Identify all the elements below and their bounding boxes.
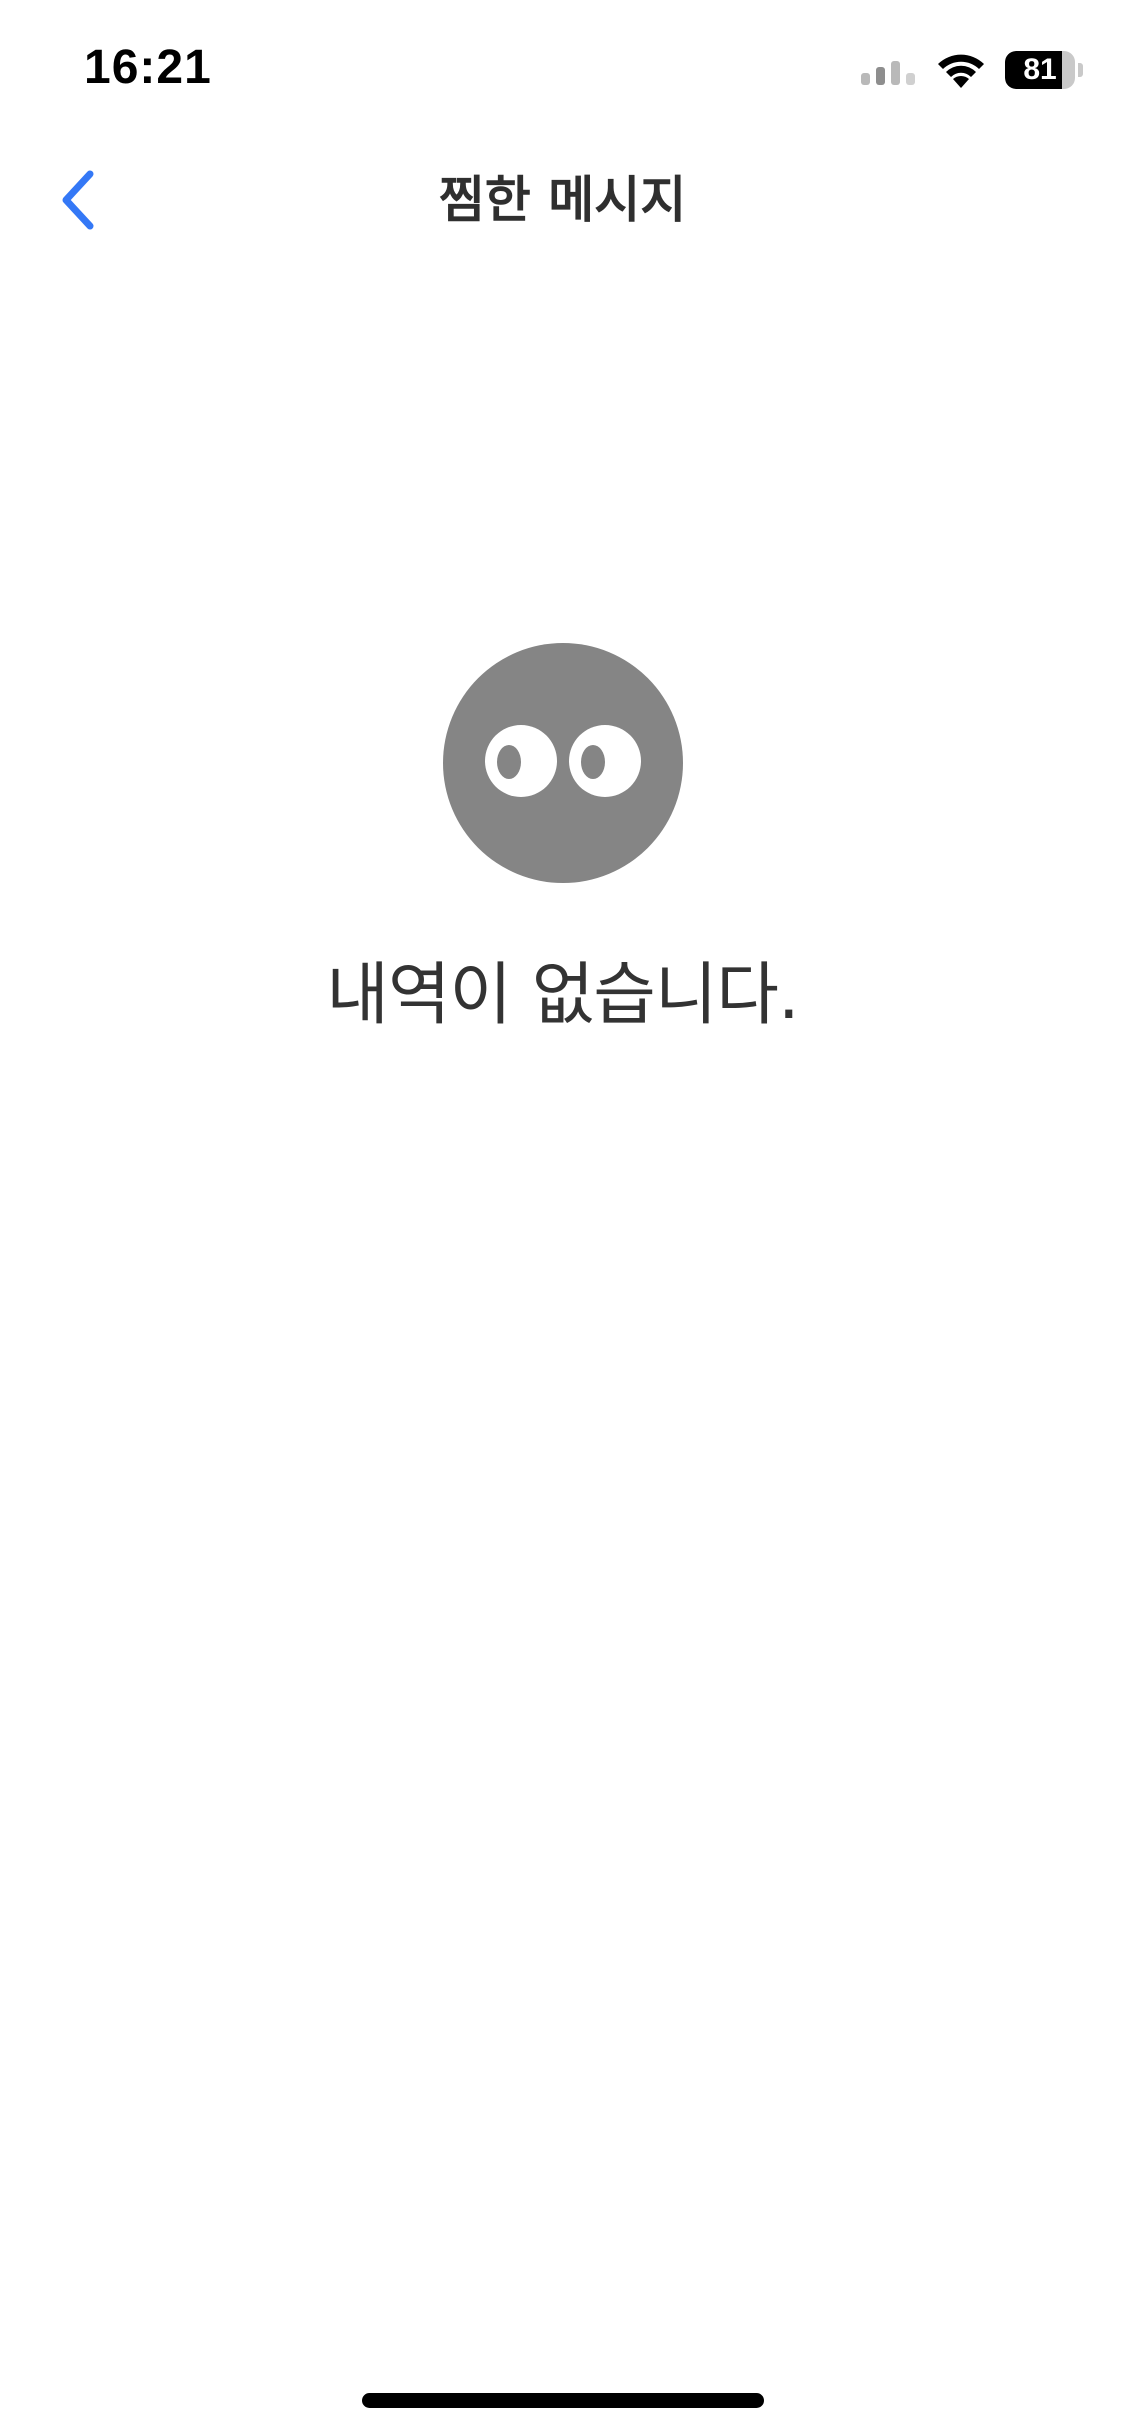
navigation-bar: 찜한 메시지 xyxy=(0,140,1125,260)
page-title: 찜한 메시지 xyxy=(438,171,687,229)
face-eyes-icon xyxy=(442,643,683,883)
status-bar: 16:21 81 xyxy=(0,0,1125,140)
battery-body: 81 xyxy=(1005,51,1075,89)
home-indicator[interactable] xyxy=(362,2393,764,2408)
status-indicators: 81 xyxy=(861,48,1083,92)
status-time: 16:21 xyxy=(84,41,212,94)
battery-level: 81 xyxy=(1023,53,1057,86)
empty-state: 내역이 없습니다. xyxy=(0,642,1125,1038)
battery-icon: 81 xyxy=(1005,51,1083,89)
cellular-signal-icon xyxy=(861,61,915,85)
empty-message: 내역이 없습니다. xyxy=(326,956,799,1035)
wifi-icon xyxy=(938,54,984,88)
battery-nub xyxy=(1078,63,1083,77)
